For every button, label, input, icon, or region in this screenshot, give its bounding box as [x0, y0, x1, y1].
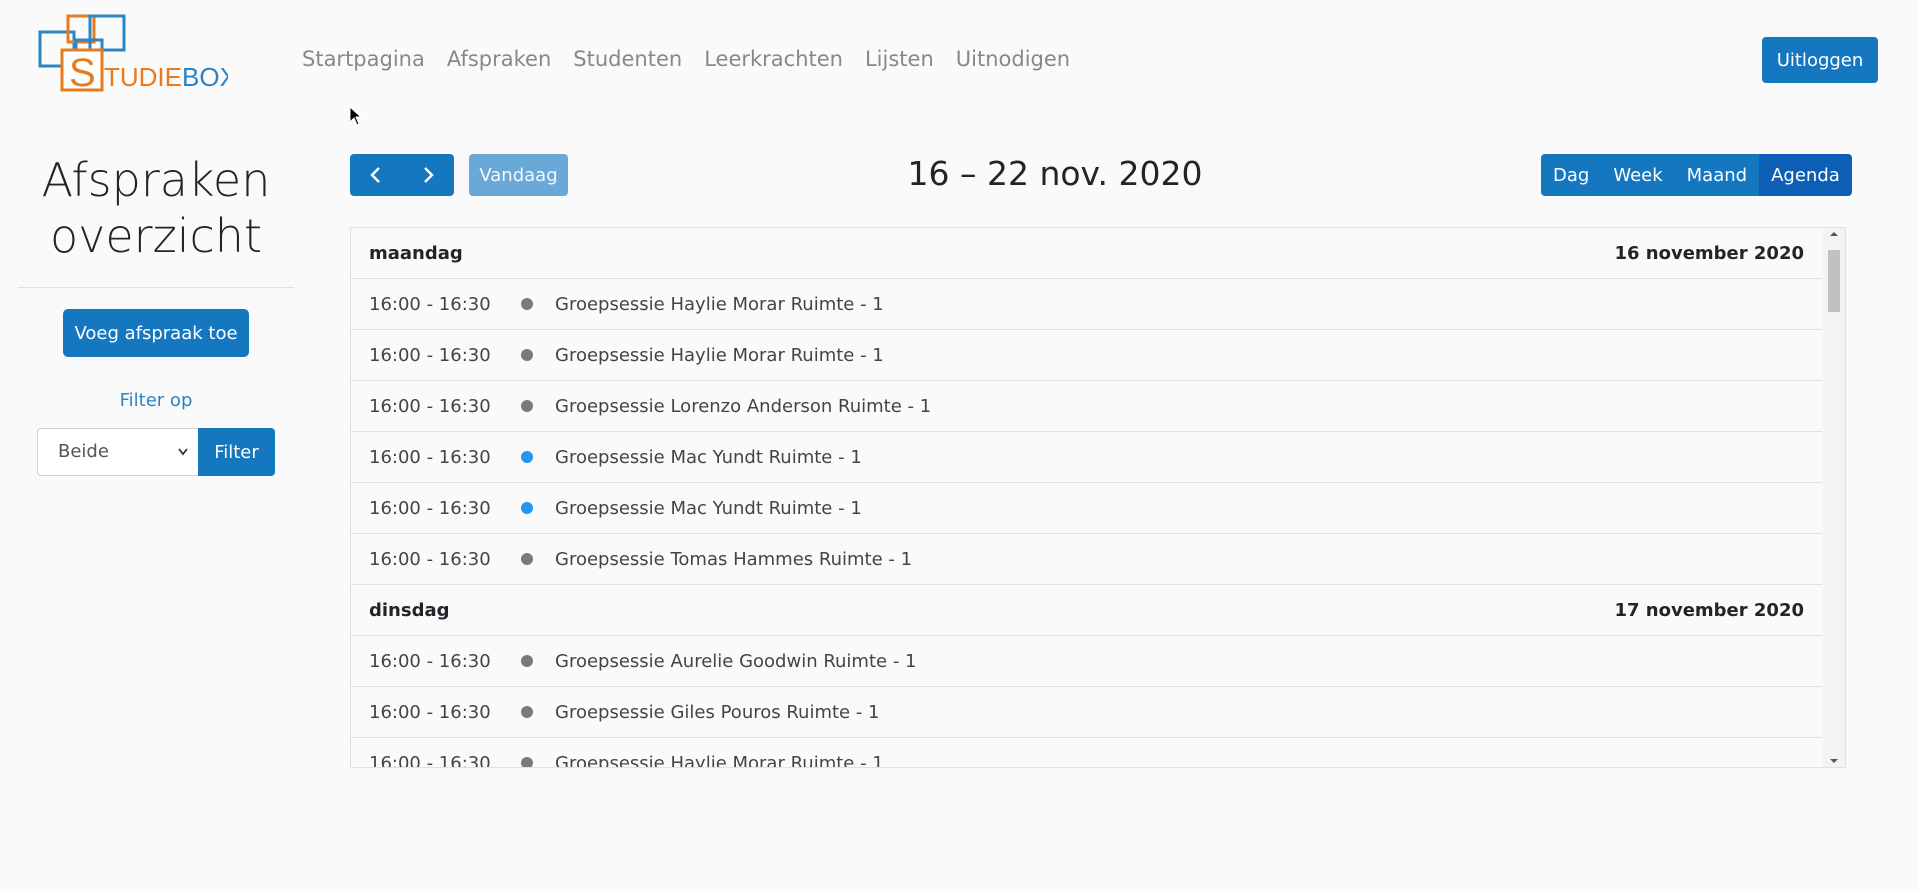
chevron-right-icon [424, 167, 434, 183]
logo-wordmark: TUDIEBOX [104, 62, 228, 92]
event-status-dot-icon [521, 757, 533, 767]
view-switcher: Dag Week Maand Agenda [1541, 154, 1852, 196]
event-status-dot-icon [521, 553, 533, 565]
event-status-dot-icon [521, 655, 533, 667]
nav-leerkrachten[interactable]: Leerkrachten [704, 44, 843, 74]
logo-graphic: S TUDIEBOX [38, 14, 228, 94]
agenda-event-row[interactable]: 16:00 - 16:30 Groepsessie Haylie Morar Ru… [351, 330, 1822, 381]
event-time: 16:00 - 16:30 [369, 293, 491, 315]
page-title-line-1: Afspraken [41, 153, 271, 207]
logout-button[interactable]: Uitloggen [1762, 37, 1878, 83]
day-weekday: maandag [369, 242, 463, 264]
agenda-event-row[interactable]: 16:00 - 16:30 Groepsessie Lorenzo Anderso… [351, 381, 1822, 432]
day-date: 17 november 2020 [1614, 599, 1804, 621]
add-appointment-button[interactable]: Voeg afspraak toe [63, 309, 249, 357]
event-time: 16:00 - 16:30 [369, 344, 491, 366]
event-title: Groepsessie Haylie Morar Ruimte - 1 [555, 344, 884, 366]
event-time: 16:00 - 16:30 [369, 497, 491, 519]
scroll-down-icon[interactable] [1829, 757, 1839, 765]
filter-select[interactable]: Beide [37, 428, 199, 476]
sidebar-divider [18, 287, 294, 288]
event-title: Groepsessie Giles Pouros Ruimte - 1 [555, 701, 880, 723]
event-title: Groepsessie Mac Yundt Ruimte - 1 [555, 446, 862, 468]
nav-studenten[interactable]: Studenten [573, 44, 682, 74]
event-time: 16:00 - 16:30 [369, 752, 491, 768]
event-time: 16:00 - 16:30 [369, 650, 491, 672]
agenda-event-row[interactable]: 16:00 - 16:30 Groepsessie Haylie Morar Ru… [351, 738, 1822, 768]
agenda-event-row[interactable]: 16:00 - 16:30 Groepsessie Giles Pouros Ru… [351, 687, 1822, 738]
event-title: Groepsessie Tomas Hammes Ruimte - 1 [555, 548, 913, 570]
prev-week-button[interactable] [350, 154, 402, 196]
nav-afspraken[interactable]: Afspraken [447, 44, 551, 74]
event-status-dot-icon [521, 706, 533, 718]
scroll-thumb[interactable] [1828, 250, 1840, 312]
agenda-event-row[interactable]: 16:00 - 16:30 Groepsessie Haylie Morar Ru… [351, 279, 1822, 330]
agenda-list-content: maandag 16 november 2020 16:00 - 16:30 Groe… [351, 228, 1822, 768]
agenda-day-header: dinsdag 17 november 2020 [351, 585, 1822, 636]
scroll-up-icon[interactable] [1829, 230, 1839, 238]
agenda-event-row[interactable]: 16:00 - 16:30 Groepsessie Aurelie Goodwin… [351, 636, 1822, 687]
studiebox-logo[interactable]: S TUDIEBOX [38, 14, 228, 94]
agenda-event-row[interactable]: 16:00 - 16:30 Groepsessie Tomas Hammes Ru… [351, 534, 1822, 585]
mouse-cursor-icon [349, 106, 363, 126]
event-title: Groepsessie Mac Yundt Ruimte - 1 [555, 497, 862, 519]
view-day-button[interactable]: Dag [1541, 154, 1602, 196]
day-weekday: dinsdag [369, 599, 450, 621]
event-title: Groepsessie Lorenzo Anderson Ruimte - 1 [555, 395, 932, 417]
filter-button[interactable]: Filter [198, 428, 275, 476]
agenda-event-row[interactable]: 16:00 - 16:30 Groepsessie Mac Yundt Ruimt… [351, 483, 1822, 534]
page-title: Afspraken overzicht [18, 152, 294, 264]
view-agenda-button[interactable]: Agenda [1759, 154, 1852, 196]
chevron-down-icon [177, 429, 189, 494]
nav-startpagina[interactable]: Startpagina [302, 44, 425, 74]
event-status-dot-icon [521, 451, 533, 463]
event-status-dot-icon [521, 400, 533, 412]
view-month-button[interactable]: Maand [1674, 154, 1760, 196]
event-title: Groepsessie Haylie Morar Ruimte - 1 [555, 752, 884, 768]
event-status-dot-icon [521, 349, 533, 361]
nav-uitnodigen[interactable]: Uitnodigen [956, 44, 1070, 74]
agenda-event-row[interactable]: 16:00 - 16:30 Groepsessie Mac Yundt Ruimt… [351, 432, 1822, 483]
main-nav: Startpagina Afspraken Studenten Leerkrac… [302, 44, 1070, 74]
filter-select-value: Beide [58, 441, 109, 462]
event-time: 16:00 - 16:30 [369, 701, 491, 723]
event-status-dot-icon [521, 298, 533, 310]
view-week-button[interactable]: Week [1601, 154, 1675, 196]
event-time: 16:00 - 16:30 [369, 548, 491, 570]
event-time: 16:00 - 16:30 [369, 395, 491, 417]
agenda-list[interactable]: maandag 16 november 2020 16:00 - 16:30 Groe… [350, 227, 1846, 768]
page-title-line-2: overzicht [50, 209, 262, 263]
filter-label: Filter op [119, 390, 193, 411]
next-week-button[interactable] [402, 154, 454, 196]
agenda-scrollbar[interactable] [1823, 228, 1845, 767]
chevron-left-icon [370, 167, 380, 183]
event-status-dot-icon [521, 502, 533, 514]
prev-next-group [350, 154, 454, 196]
nav-lijsten[interactable]: Lijsten [865, 44, 934, 74]
date-range-title: 16 – 22 nov. 2020 [907, 154, 1203, 193]
logo-letter: S [69, 51, 96, 94]
event-time: 16:00 - 16:30 [369, 446, 491, 468]
agenda-day-header: maandag 16 november 2020 [351, 228, 1822, 279]
today-button[interactable]: Vandaag [469, 154, 568, 196]
event-title: Groepsessie Haylie Morar Ruimte - 1 [555, 293, 884, 315]
day-date: 16 november 2020 [1614, 242, 1804, 264]
event-title: Groepsessie Aurelie Goodwin Ruimte - 1 [555, 650, 917, 672]
